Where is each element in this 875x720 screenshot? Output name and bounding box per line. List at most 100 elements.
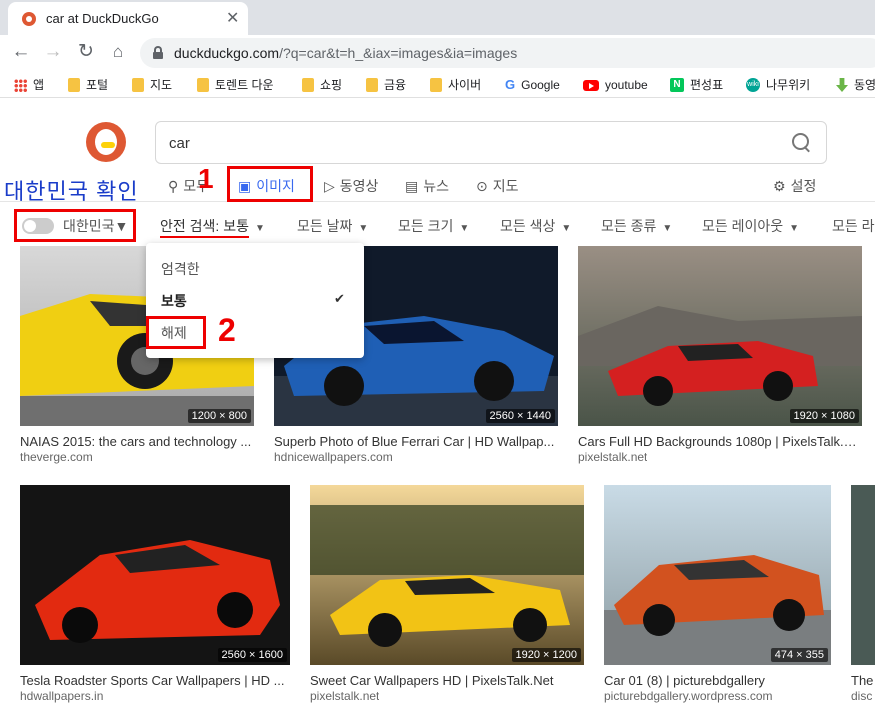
folder-icon xyxy=(132,78,144,92)
tab-close-icon[interactable]: ✕ xyxy=(226,8,239,28)
bookmark-finance[interactable]: 금융 xyxy=(366,76,406,94)
car-image xyxy=(578,246,862,426)
image-result[interactable]: 1920 × 1080 Cars Full HD Backgrounds 108… xyxy=(578,246,862,466)
bookmark-schedule[interactable]: N 편성표 xyxy=(670,76,723,94)
color-filter[interactable]: 모든 색상 ▼ xyxy=(500,216,571,236)
annotation-box-off xyxy=(146,316,206,349)
result-source[interactable]: pixelstalk.net xyxy=(578,450,647,464)
tab-news[interactable]: ▤ 뉴스 xyxy=(405,176,449,196)
image-dimensions: 1920 × 1080 xyxy=(789,409,859,423)
bookmark-cyber[interactable]: 사이버 xyxy=(430,76,481,94)
map-pin-icon: ⊙ xyxy=(476,178,488,194)
image-result[interactable]: The disc xyxy=(851,485,875,705)
type-filter[interactable]: 모든 종류 ▼ xyxy=(601,216,672,236)
folder-icon xyxy=(197,78,209,92)
annotation-region-check: 대한민국 확인 xyxy=(4,179,139,204)
result-thumbnail[interactable] xyxy=(851,485,875,665)
image-result[interactable]: 2560 × 1600 Tesla Roadster Sports Car Wa… xyxy=(20,485,290,705)
youtube-icon xyxy=(583,79,599,91)
result-thumbnail[interactable] xyxy=(20,485,290,665)
license-filter[interactable]: 모든 라 xyxy=(832,216,875,236)
tab-maps[interactable]: ⊙ 지도 xyxy=(476,176,519,196)
browser-window: car at DuckDuckGo ✕ ← → ↻ ⌂ duckduckgo.c… xyxy=(0,0,875,720)
checkmark-icon: ✔ xyxy=(334,291,345,306)
news-icon: ▤ xyxy=(405,178,419,194)
result-title[interactable]: Cars Full HD Backgrounds 1080p | PixelsT… xyxy=(578,434,862,449)
image-dimensions: 2560 × 1600 xyxy=(217,648,287,662)
tab-title: car at DuckDuckGo xyxy=(46,11,159,26)
google-icon: G xyxy=(505,77,516,92)
result-thumbnail[interactable] xyxy=(310,485,584,665)
tab-strip: car at DuckDuckGo ✕ xyxy=(0,0,875,35)
bookmark-apps[interactable]: 앱 xyxy=(14,76,44,94)
browser-toolbar: ← → ↻ ⌂ duckduckgo.com/?q=car&t=h_&iax=i… xyxy=(0,35,875,71)
namuwiki-icon: wiki xyxy=(746,78,760,92)
folder-icon xyxy=(366,78,378,92)
annotation-number-1: 1 xyxy=(198,163,214,194)
download-icon xyxy=(836,78,848,92)
image-result[interactable]: 1920 × 1200 Sweet Car Wallpapers HD | Pi… xyxy=(310,485,584,705)
forward-button[interactable]: → xyxy=(41,40,65,64)
bookmark-youtube[interactable]: youtube xyxy=(583,76,648,94)
car-image xyxy=(310,485,584,665)
duckduckgo-favicon-icon xyxy=(22,12,36,26)
result-source[interactable]: picturebdgallery.wordpress.com xyxy=(604,689,773,703)
reload-button[interactable]: ↻ xyxy=(74,40,98,64)
bookmarks-bar: 앱 포털 지도 토렌트 다운 쇼핑 금융 사이버 G Google youtube… xyxy=(0,71,875,98)
result-source[interactable]: hdwallpapers.in xyxy=(20,689,103,703)
search-input[interactable]: car xyxy=(155,121,827,164)
result-title[interactable]: NAIAS 2015: the cars and technology ... xyxy=(20,434,254,449)
bookmark-google[interactable]: G Google xyxy=(505,76,560,94)
result-source[interactable]: pixelstalk.net xyxy=(310,689,379,703)
lock-icon xyxy=(153,46,163,59)
url-text[interactable]: duckduckgo.com/?q=car&t=h_&iax=images&ia… xyxy=(174,45,517,61)
folder-icon xyxy=(430,78,442,92)
annotation-box-images xyxy=(227,166,313,202)
safe-search-strict[interactable]: 엄격한 xyxy=(161,259,200,279)
image-dimensions: 474 × 355 xyxy=(770,648,828,662)
bookmark-namuwiki[interactable]: wiki 나무위키 xyxy=(746,76,810,94)
image-dimensions: 1920 × 1200 xyxy=(511,648,581,662)
result-title[interactable]: Tesla Roadster Sports Car Wallpapers | H… xyxy=(20,673,290,688)
annotation-box-region xyxy=(14,209,136,242)
search-icon: ⚲ xyxy=(168,178,179,194)
browser-tab[interactable]: car at DuckDuckGo ✕ xyxy=(8,2,248,35)
car-image xyxy=(20,485,290,665)
address-bar[interactable]: duckduckgo.com/?q=car&t=h_&iax=images&ia… xyxy=(140,38,875,68)
car-image xyxy=(604,485,831,665)
back-button[interactable]: ← xyxy=(9,40,33,64)
result-thumbnail[interactable] xyxy=(604,485,831,665)
result-source[interactable]: disc xyxy=(851,689,872,703)
folder-icon xyxy=(68,78,80,92)
result-title[interactable]: Car 01 (8) | picturebdgallery xyxy=(604,673,831,688)
bookmark-shopping[interactable]: 쇼핑 xyxy=(302,76,342,94)
image-dimensions: 2560 × 1440 xyxy=(485,409,555,423)
folder-icon xyxy=(302,78,314,92)
result-source[interactable]: theverge.com xyxy=(20,450,93,464)
apps-icon xyxy=(14,78,27,92)
size-filter[interactable]: 모든 크기 ▼ xyxy=(398,216,469,236)
settings-sliders-icon: ⚙ xyxy=(773,178,786,194)
date-filter[interactable]: 모든 날짜 ▼ xyxy=(297,216,368,236)
bookmark-maps[interactable]: 지도 xyxy=(132,76,172,94)
result-title[interactable]: Sweet Car Wallpapers HD | PixelsTalk.Net xyxy=(310,673,584,688)
layout-filter[interactable]: 모든 레이아웃 ▼ xyxy=(702,216,799,236)
image-result[interactable]: 474 × 355 Car 01 (8) | picturebdgallery … xyxy=(604,485,831,705)
play-icon: ▷ xyxy=(324,178,335,194)
bookmark-video[interactable]: 동영 xyxy=(836,76,875,94)
home-button[interactable]: ⌂ xyxy=(106,40,130,64)
bookmark-portal[interactable]: 포털 xyxy=(68,76,108,94)
result-source[interactable]: hdnicewallpapers.com xyxy=(274,450,393,464)
safe-search-moderate[interactable]: 보통 xyxy=(161,291,187,311)
naver-icon: N xyxy=(670,78,684,92)
result-thumbnail[interactable] xyxy=(578,246,862,426)
annotation-number-2: 2 xyxy=(218,312,236,348)
result-title[interactable]: Superb Photo of Blue Ferrari Car | HD Wa… xyxy=(274,434,558,449)
tab-videos[interactable]: ▷ 동영상 xyxy=(324,176,378,196)
settings-button[interactable]: ⚙ 설정 xyxy=(773,176,816,196)
duckduckgo-logo[interactable] xyxy=(86,122,126,162)
bookmark-torrent[interactable]: 토렌트 다운 xyxy=(197,76,274,94)
search-icon[interactable] xyxy=(792,133,812,153)
safe-search-filter[interactable]: 안전 검색: 보통 ▼ xyxy=(160,216,265,238)
result-title[interactable]: The xyxy=(851,673,875,688)
